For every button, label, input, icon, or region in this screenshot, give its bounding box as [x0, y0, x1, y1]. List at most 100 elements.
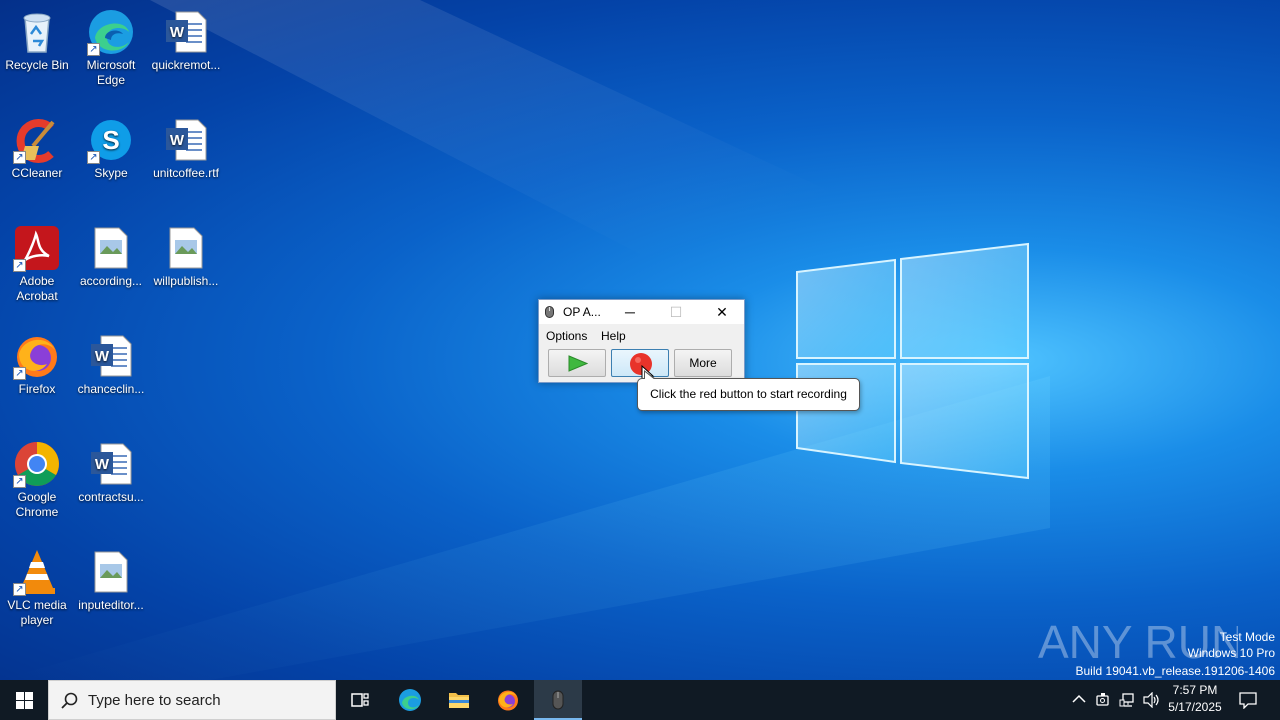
desktop-icon-inputeditor[interactable]: inputeditor...: [73, 542, 149, 613]
meet-now-icon: [1096, 693, 1109, 706]
desktop-icon-label: Recycle Bin: [5, 58, 69, 72]
desktop-icon-label: willpublish...: [153, 274, 219, 288]
desktop-icon-chanceclin[interactable]: W chanceclin...: [73, 326, 149, 397]
network-button[interactable]: [1116, 680, 1138, 720]
shortcut-arrow-icon: ↗: [13, 475, 26, 488]
shortcut-arrow-icon: ↗: [13, 583, 26, 596]
desktop-icon-label: CCleaner: [11, 166, 63, 180]
taskbar-edge[interactable]: [386, 680, 434, 720]
taskbar-clock[interactable]: 7:57 PM 5/17/2025: [1164, 682, 1226, 716]
more-button[interactable]: More: [674, 349, 732, 377]
search-placeholder: Type here to search: [88, 692, 221, 709]
menu-help[interactable]: Help: [601, 329, 626, 343]
desktop-icon-label: quickremot...: [151, 58, 221, 72]
taskbar-search-box[interactable]: Type here to search: [48, 680, 336, 720]
menu-bar: Options Help: [539, 324, 744, 346]
word-doc-icon: W: [162, 8, 210, 56]
windows-start-icon: [16, 692, 33, 709]
windows-edition-label: Windows 10 Pro: [1187, 646, 1275, 660]
svg-text:W: W: [170, 24, 185, 41]
desktop-icon-label: Firefox: [18, 382, 56, 396]
search-icon: [61, 692, 78, 709]
desktop-icon-firefox[interactable]: ↗ Firefox: [0, 326, 75, 397]
desktop-icon-microsoft-edge[interactable]: ↗ Microsoft Edge: [73, 2, 149, 88]
menu-options[interactable]: Options: [546, 329, 587, 343]
skype-icon: S ↗: [87, 116, 135, 164]
clock-time: 7:57 PM: [1172, 683, 1218, 697]
desktop-icon-label: according...: [79, 274, 143, 288]
shortcut-arrow-icon: ↗: [87, 43, 100, 56]
desktop-icon-label: Microsoft Edge: [86, 58, 136, 87]
record-button[interactable]: [611, 349, 669, 377]
image-file-icon: [87, 548, 135, 596]
ccleaner-icon: ↗: [13, 116, 61, 164]
chevron-up-icon: [1072, 694, 1086, 703]
edge-icon: [399, 689, 421, 711]
word-doc-icon: W: [87, 332, 135, 380]
mouse-app-icon: [552, 690, 564, 710]
mouse-app-icon: [545, 306, 554, 318]
desktop-icon-unitcoffee[interactable]: W unitcoffee.rtf: [148, 110, 224, 181]
image-file-icon: [162, 224, 210, 272]
chrome-icon: ↗: [13, 440, 61, 488]
desktop-icon-willpublish[interactable]: willpublish...: [148, 218, 224, 289]
speaker-icon: [1143, 692, 1159, 708]
play-button[interactable]: [548, 349, 606, 377]
vlc-icon: ↗: [13, 548, 61, 596]
tray-app-icon-button[interactable]: [1092, 680, 1114, 720]
window-titlebar[interactable]: OP A... ─ ☐ ✕: [539, 300, 744, 324]
action-center-button[interactable]: [1234, 680, 1264, 720]
word-doc-icon: W: [162, 116, 210, 164]
shortcut-arrow-icon: ↗: [13, 151, 26, 164]
desktop-icon-label: chanceclin...: [77, 382, 145, 396]
desktop-icon-ccleaner[interactable]: ↗ CCleaner: [0, 110, 75, 181]
desktop-icon-contractsu[interactable]: W contractsu...: [73, 434, 149, 505]
desktop-icon-vlc[interactable]: ↗ VLC media player: [0, 542, 75, 628]
desktop-icon-label: Adobe Acrobat: [16, 274, 58, 303]
taskbar-file-explorer[interactable]: [435, 680, 483, 720]
desktop-icon-recycle-bin[interactable]: Recycle Bin: [0, 2, 75, 73]
notification-icon: [1239, 692, 1257, 709]
clock-date: 5/17/2025: [1168, 700, 1222, 714]
recycle-bin-icon: [13, 8, 61, 56]
start-button[interactable]: [0, 680, 48, 720]
desktop-icon-skype[interactable]: S ↗ Skype: [73, 110, 149, 181]
svg-text:W: W: [95, 456, 110, 473]
firefox-icon: [498, 690, 518, 711]
taskbar-op-recorder[interactable]: [534, 680, 582, 720]
shortcut-arrow-icon: ↗: [13, 259, 26, 272]
task-view-icon: [351, 693, 369, 707]
desktop-icon-adobe-acrobat[interactable]: ↗ Adobe Acrobat: [0, 218, 75, 304]
svg-text:W: W: [95, 348, 110, 365]
network-icon: [1119, 693, 1134, 707]
desktop-icon-label: unitcoffee.rtf: [153, 166, 219, 180]
volume-button[interactable]: [1140, 680, 1162, 720]
desktop-icon-label: inputeditor...: [78, 598, 144, 612]
taskbar-firefox[interactable]: [484, 680, 532, 720]
desktop-icon-label: Google Chrome: [15, 490, 59, 519]
close-button[interactable]: ✕: [699, 300, 745, 324]
acrobat-icon: ↗: [13, 224, 61, 272]
desktop-icon-google-chrome[interactable]: ↗ Google Chrome: [0, 434, 75, 520]
show-hidden-icons-button[interactable]: [1068, 680, 1090, 720]
folder-icon: [449, 693, 469, 708]
desktop-icon-according[interactable]: according...: [73, 218, 149, 289]
firefox-icon: ↗: [13, 332, 61, 380]
window-title: OP A...: [563, 305, 601, 319]
svg-text:S: S: [102, 125, 119, 155]
svg-text:W: W: [170, 132, 185, 149]
edge-icon: ↗: [87, 8, 135, 56]
minimize-button[interactable]: ─: [607, 300, 653, 324]
maximize-button[interactable]: ☐: [653, 300, 699, 324]
play-icon: [568, 355, 588, 372]
shortcut-arrow-icon: ↗: [13, 367, 26, 380]
recording-hint-tooltip: Click the red button to start recording: [637, 370, 860, 411]
watermark-brand: ANY RUN: [1038, 616, 1238, 668]
shortcut-arrow-icon: ↗: [87, 151, 100, 164]
desktop-icon-label: VLC media player: [7, 598, 67, 627]
task-view-button[interactable]: [336, 680, 384, 720]
word-doc-icon: W: [87, 440, 135, 488]
desktop-icon-quickremot[interactable]: W quickremot...: [148, 2, 224, 73]
build-label: Build 19041.vb_release.191206-1406: [1075, 664, 1276, 678]
test-mode-label: Test Mode: [1219, 630, 1275, 644]
